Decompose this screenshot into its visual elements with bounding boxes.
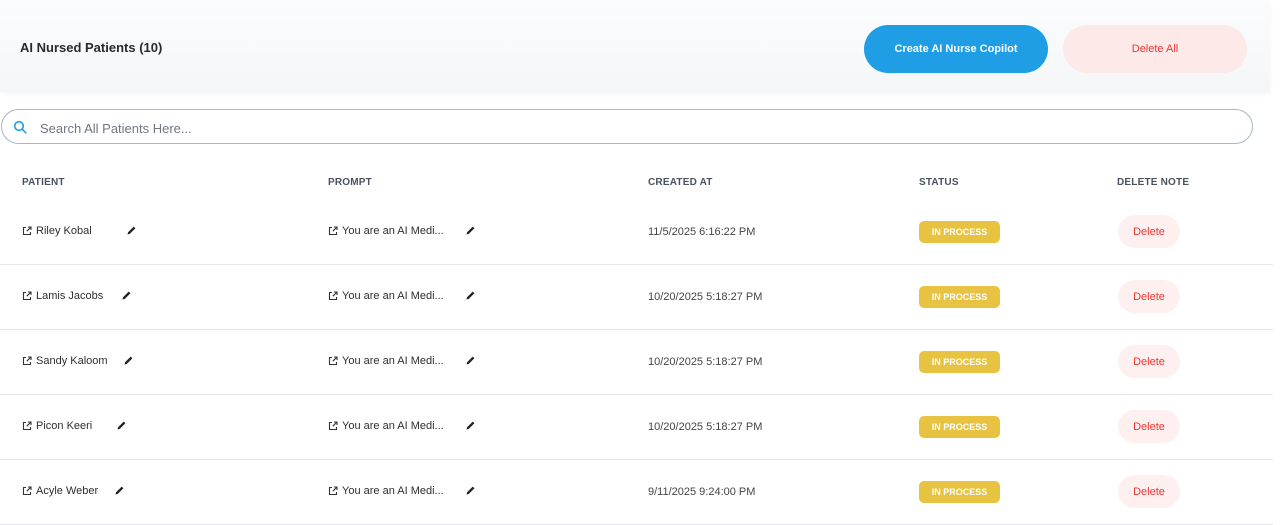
delete-note-button[interactable]: Delete bbox=[1118, 280, 1180, 313]
prompt-text: You are an AI Medi... bbox=[342, 225, 444, 237]
prompt-text: You are an AI Medi... bbox=[342, 290, 444, 302]
status-badge: IN PROCESS bbox=[919, 481, 1000, 503]
column-header-delete-note: DELETE NOTE bbox=[1117, 177, 1190, 188]
edit-prompt-pencil-icon[interactable] bbox=[465, 225, 476, 236]
delete-all-button[interactable]: Delete All bbox=[1063, 25, 1247, 73]
status-badge: IN PROCESS bbox=[919, 416, 1000, 438]
create-ai-nurse-copilot-button[interactable]: Create AI Nurse Copilot bbox=[864, 25, 1048, 73]
search-icon bbox=[13, 120, 27, 134]
edit-prompt-pencil-icon[interactable] bbox=[465, 485, 476, 496]
external-link-icon bbox=[22, 421, 32, 431]
delete-note-button[interactable]: Delete bbox=[1118, 345, 1180, 378]
edit-prompt-pencil-icon[interactable] bbox=[465, 290, 476, 301]
patient-name: Riley Kobal bbox=[36, 225, 92, 237]
prompt-text: You are an AI Medi... bbox=[342, 355, 444, 367]
created-at: 10/20/2025 5:18:27 PM bbox=[648, 356, 763, 368]
patient-link[interactable]: Lamis Jacobs bbox=[22, 289, 103, 303]
external-link-icon bbox=[22, 226, 32, 236]
delete-note-button[interactable]: Delete bbox=[1118, 215, 1180, 248]
table-row: Sandy Kaloom You are an AI Medi... 10/20/2… bbox=[0, 330, 1273, 395]
prompt-link[interactable]: You are an AI Medi... bbox=[328, 484, 444, 498]
column-header-status: STATUS bbox=[919, 177, 959, 188]
prompt-link[interactable]: You are an AI Medi... bbox=[328, 289, 444, 303]
external-link-icon bbox=[22, 356, 32, 366]
external-link-icon bbox=[22, 486, 32, 496]
edit-patient-pencil-icon[interactable] bbox=[121, 290, 132, 301]
search-input[interactable] bbox=[38, 117, 1232, 139]
external-link-icon bbox=[328, 486, 338, 496]
patient-name: Picon Keeri bbox=[36, 420, 93, 432]
edit-prompt-pencil-icon[interactable] bbox=[465, 355, 476, 366]
page-header: AI Nursed Patients (10) Create AI Nurse … bbox=[0, 0, 1270, 92]
prompt-text: You are an AI Medi... bbox=[342, 485, 444, 497]
prompt-link[interactable]: You are an AI Medi... bbox=[328, 419, 444, 433]
edit-patient-pencil-icon[interactable] bbox=[126, 225, 137, 236]
table-row: Riley Kobal You are an AI Medi... 11/5/202… bbox=[0, 200, 1273, 265]
patient-name: Sandy Kaloom bbox=[36, 355, 108, 367]
status-badge: IN PROCESS bbox=[919, 286, 1000, 308]
patient-link[interactable]: Acyle Weber bbox=[22, 484, 98, 498]
table-row: Picon Keeri You are an AI Medi... 10/20/20… bbox=[0, 395, 1273, 460]
table-row: Lamis Jacobs You are an AI Medi... 10/20/2… bbox=[0, 265, 1273, 330]
created-at: 11/5/2025 6:16:22 PM bbox=[648, 226, 756, 238]
patient-name: Lamis Jacobs bbox=[36, 290, 104, 302]
patient-link[interactable]: Sandy Kaloom bbox=[22, 354, 108, 368]
edit-patient-pencil-icon[interactable] bbox=[114, 485, 125, 496]
edit-prompt-pencil-icon[interactable] bbox=[465, 420, 476, 431]
prompt-link[interactable]: You are an AI Medi... bbox=[328, 224, 444, 238]
external-link-icon bbox=[328, 291, 338, 301]
external-link-icon bbox=[328, 421, 338, 431]
external-link-icon bbox=[328, 226, 338, 236]
prompt-text: You are an AI Medi... bbox=[342, 420, 444, 432]
patient-link[interactable]: Riley Kobal bbox=[22, 224, 92, 238]
column-header-created-at: CREATED AT bbox=[648, 177, 713, 188]
delete-note-button[interactable]: Delete bbox=[1118, 475, 1180, 508]
patient-name: Acyle Weber bbox=[36, 485, 99, 497]
external-link-icon bbox=[328, 356, 338, 366]
search-bar[interactable] bbox=[1, 109, 1253, 144]
external-link-icon bbox=[22, 291, 32, 301]
column-header-patient: PATIENT bbox=[22, 177, 65, 188]
created-at: 9/11/2025 9:24:00 PM bbox=[648, 486, 756, 498]
edit-patient-pencil-icon[interactable] bbox=[123, 355, 134, 366]
prompt-link[interactable]: You are an AI Medi... bbox=[328, 354, 444, 368]
table-row: Acyle Weber You are an AI Medi... 9/11/202… bbox=[0, 460, 1273, 525]
page-title: AI Nursed Patients (10) bbox=[20, 40, 163, 55]
created-at: 10/20/2025 5:18:27 PM bbox=[648, 291, 763, 303]
patient-link[interactable]: Picon Keeri bbox=[22, 419, 92, 433]
status-badge: IN PROCESS bbox=[919, 221, 1000, 243]
created-at: 10/20/2025 5:18:27 PM bbox=[648, 421, 763, 433]
edit-patient-pencil-icon[interactable] bbox=[116, 420, 127, 431]
status-badge: IN PROCESS bbox=[919, 351, 1000, 373]
column-header-prompt: PROMPT bbox=[328, 177, 372, 188]
delete-note-button[interactable]: Delete bbox=[1118, 410, 1180, 443]
